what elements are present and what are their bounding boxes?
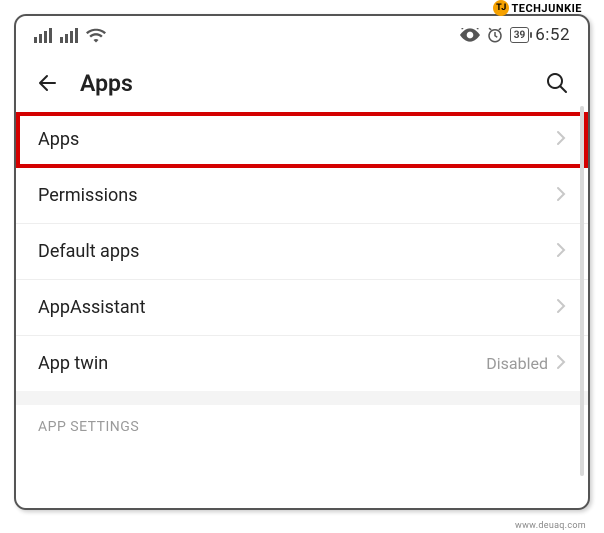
page-header: Apps	[16, 54, 588, 112]
eye-comfort-icon	[460, 28, 480, 42]
list-item-label: Default apps	[38, 241, 139, 262]
chevron-right-icon	[556, 298, 566, 318]
list-item-label: Permissions	[38, 185, 138, 206]
status-bar: 39 6:52	[16, 16, 588, 54]
brand-name: TECHJUNKIE	[511, 2, 582, 15]
battery-icon: 39	[510, 27, 529, 43]
list-item-default-apps[interactable]: Default apps	[16, 224, 588, 280]
chevron-right-icon	[556, 130, 566, 150]
list-item-label: AppAssistant	[38, 297, 145, 318]
list-item-value: Disabled	[486, 354, 548, 373]
settings-list: Apps Permissions Default apps	[16, 112, 588, 443]
wifi-icon	[86, 27, 106, 43]
device-frame: 39 6:52 Apps Apps Permissions	[14, 14, 590, 510]
status-right: 39 6:52	[460, 25, 570, 45]
chevron-right-icon	[556, 354, 566, 374]
signal-sim1-icon	[34, 28, 52, 43]
chevron-right-icon	[556, 242, 566, 262]
list-item-apps[interactable]: Apps	[16, 112, 588, 168]
battery-level: 39	[514, 30, 525, 41]
footer-credit: www.deuaq.com	[515, 521, 586, 531]
section-header: APP SETTINGS	[16, 405, 588, 443]
section-divider	[16, 391, 588, 405]
list-item-permissions[interactable]: Permissions	[16, 168, 588, 224]
scrollbar[interactable]	[580, 106, 584, 476]
list-item-app-twin[interactable]: App twin Disabled	[16, 336, 588, 391]
status-clock: 6:52	[535, 25, 570, 45]
status-left	[34, 27, 106, 43]
alarm-icon	[486, 26, 504, 44]
chevron-right-icon	[556, 186, 566, 206]
list-item-app-assistant[interactable]: AppAssistant	[16, 280, 588, 336]
page-title: Apps	[80, 70, 524, 97]
list-item-label: Apps	[38, 129, 79, 150]
list-item-label: App twin	[38, 353, 108, 374]
brand-badge: TJ TECHJUNKIE	[493, 0, 582, 16]
brand-logo: TJ	[493, 0, 509, 16]
signal-sim2-icon	[60, 28, 78, 43]
back-button[interactable]	[34, 70, 60, 96]
search-button[interactable]	[544, 70, 570, 96]
